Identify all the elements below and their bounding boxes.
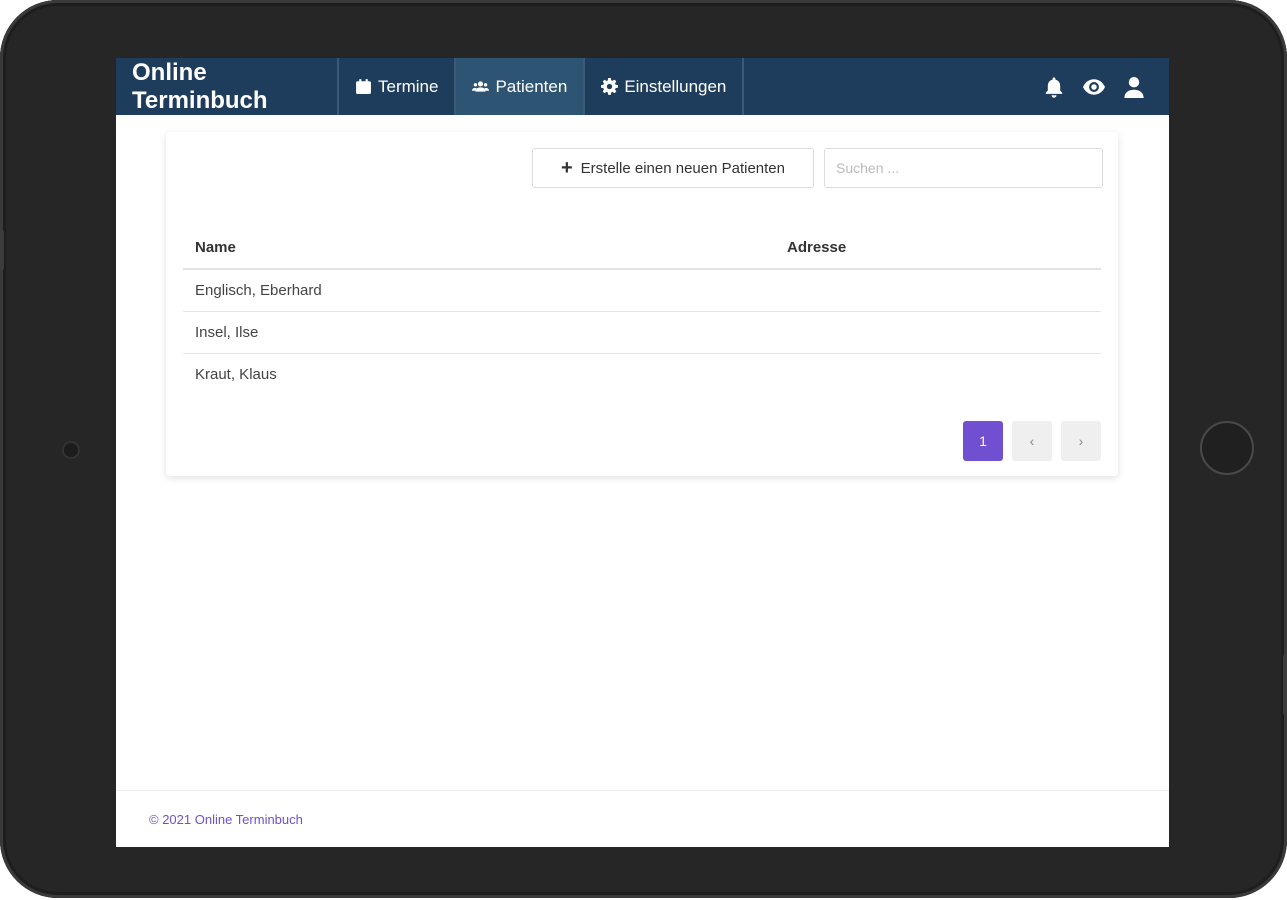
users-icon xyxy=(472,81,490,92)
table-row[interactable]: Kraut, Klaus xyxy=(183,354,1101,396)
patient-address xyxy=(775,354,1101,396)
navbar: Online Terminbuch Termine Patienten Eins… xyxy=(116,58,1169,115)
patient-address xyxy=(775,269,1101,312)
power-button xyxy=(1283,655,1287,715)
search-input[interactable] xyxy=(824,148,1103,188)
screen: Online Terminbuch Termine Patienten Eins… xyxy=(116,58,1169,847)
nav-item-termine[interactable]: Termine xyxy=(339,58,457,115)
pagination: 1 ‹ › xyxy=(963,421,1101,461)
create-patient-button[interactable]: + Erstelle einen neuen Patienten xyxy=(532,148,814,188)
tablet-frame: Online Terminbuch Termine Patienten Eins… xyxy=(0,0,1287,898)
table-row[interactable]: Englisch, Eberhard xyxy=(183,269,1101,312)
nav-item-patienten[interactable]: Patienten xyxy=(456,58,586,115)
volume-button xyxy=(0,230,4,270)
patient-name[interactable]: Englisch, Eberhard xyxy=(183,269,775,312)
camera-dot xyxy=(64,443,78,457)
nav-right-icons xyxy=(1043,58,1169,115)
gear-icon xyxy=(601,78,619,95)
patient-address xyxy=(775,311,1101,354)
user-icon[interactable] xyxy=(1123,76,1145,98)
column-header-address[interactable]: Adresse xyxy=(775,226,1101,270)
app-title[interactable]: Online Terminbuch xyxy=(116,58,339,115)
patient-name[interactable]: Insel, Ilse xyxy=(183,311,775,354)
nav-item-einstellungen[interactable]: Einstellungen xyxy=(585,58,745,115)
create-patient-label: Erstelle einen neuen Patienten xyxy=(580,159,785,177)
column-header-name[interactable]: Name xyxy=(183,226,775,270)
prev-page-button[interactable]: ‹ xyxy=(1012,421,1052,461)
nav-item-label: Termine xyxy=(378,76,439,96)
patients-table: Name Adresse Englisch, Eberhard Insel, I… xyxy=(183,226,1101,395)
calendar-icon xyxy=(356,79,371,94)
nav-item-label: Einstellungen xyxy=(624,76,727,96)
next-page-button[interactable]: › xyxy=(1061,421,1101,461)
footer-copyright: © 2021 Online Terminbuch xyxy=(149,811,303,827)
eye-icon[interactable] xyxy=(1083,76,1105,98)
plus-icon: + xyxy=(560,157,573,179)
home-button xyxy=(1200,421,1254,475)
table-header-row: Name Adresse xyxy=(183,226,1101,270)
footer: © 2021 Online Terminbuch xyxy=(116,790,1169,847)
patient-name[interactable]: Kraut, Klaus xyxy=(183,354,775,396)
table-row[interactable]: Insel, Ilse xyxy=(183,311,1101,354)
nav-item-label: Patienten xyxy=(495,76,568,96)
bell-icon[interactable] xyxy=(1043,76,1065,98)
patients-card: + Erstelle einen neuen Patienten Name Ad… xyxy=(166,132,1118,476)
page-1-button[interactable]: 1 xyxy=(963,421,1003,461)
